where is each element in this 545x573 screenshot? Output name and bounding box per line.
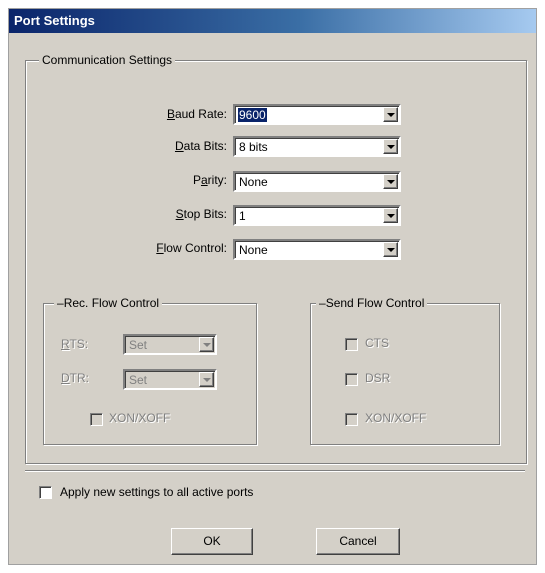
baud-rate-label: Baud Rate: bbox=[166, 107, 227, 121]
window-title: Port Settings bbox=[14, 13, 95, 28]
parity-value: None bbox=[239, 175, 268, 189]
data-bits-select[interactable]: 8 bits bbox=[233, 136, 401, 157]
flow-control-value: None bbox=[239, 243, 268, 257]
data-bits-label: Data Bits: bbox=[174, 139, 227, 153]
rec-xonxoff-checkbox[interactable] bbox=[90, 413, 103, 426]
flow-control-select[interactable]: None bbox=[233, 239, 401, 260]
ok-button[interactable]: OK bbox=[171, 528, 253, 555]
parity-label: Parity: bbox=[192, 173, 227, 187]
parity-select[interactable]: None bbox=[233, 171, 401, 192]
separator bbox=[25, 470, 525, 472]
send-xonxoff-checkbox[interactable] bbox=[345, 413, 358, 426]
cts-label: CTS bbox=[365, 336, 389, 350]
cts-checkbox[interactable] bbox=[345, 338, 358, 351]
chevron-down-icon[interactable] bbox=[383, 174, 398, 189]
chevron-down-icon[interactable] bbox=[199, 337, 214, 352]
chevron-down-icon[interactable] bbox=[383, 107, 398, 122]
send-flow-control-label: –Send Flow Control bbox=[316, 296, 428, 310]
stop-bits-label: Stop Bits: bbox=[175, 207, 227, 221]
apply-all-checkbox[interactable] bbox=[39, 486, 52, 499]
rec-xonxoff-label: XON/XOFF bbox=[109, 411, 171, 425]
baud-rate-select[interactable]: 9600 bbox=[233, 104, 401, 125]
data-bits-value: 8 bits bbox=[239, 140, 268, 154]
chevron-down-icon[interactable] bbox=[383, 139, 398, 154]
baud-rate-value: 9600 bbox=[238, 108, 267, 122]
stop-bits-select[interactable]: 1 bbox=[233, 205, 401, 226]
chevron-down-icon[interactable] bbox=[383, 208, 398, 223]
stop-bits-value: 1 bbox=[239, 209, 246, 223]
dsr-label: DSR bbox=[365, 371, 391, 385]
rec-flow-control-label: –Rec. Flow Control bbox=[54, 296, 163, 310]
port-settings-dialog: Port Settings Communication Settings Bau… bbox=[8, 8, 537, 565]
send-xonxoff-label: XON/XOFF bbox=[365, 411, 427, 425]
title-bar: Port Settings bbox=[9, 9, 536, 33]
dtr-label: DTR: bbox=[61, 371, 90, 385]
chevron-down-icon[interactable] bbox=[199, 372, 214, 387]
dtr-value: Set bbox=[129, 373, 148, 387]
dsr-checkbox[interactable] bbox=[345, 373, 358, 386]
chevron-down-icon[interactable] bbox=[383, 242, 398, 257]
dtr-select[interactable]: Set bbox=[123, 369, 217, 390]
rts-label: RTS: bbox=[61, 337, 89, 351]
flow-control-label: Flow Control: bbox=[156, 241, 227, 255]
rts-select[interactable]: Set bbox=[123, 334, 217, 355]
rts-value: Set bbox=[129, 338, 148, 352]
communication-settings-label: Communication Settings bbox=[39, 53, 176, 67]
apply-all-label: Apply new settings to all active ports bbox=[60, 485, 254, 499]
cancel-button[interactable]: Cancel bbox=[316, 528, 400, 555]
